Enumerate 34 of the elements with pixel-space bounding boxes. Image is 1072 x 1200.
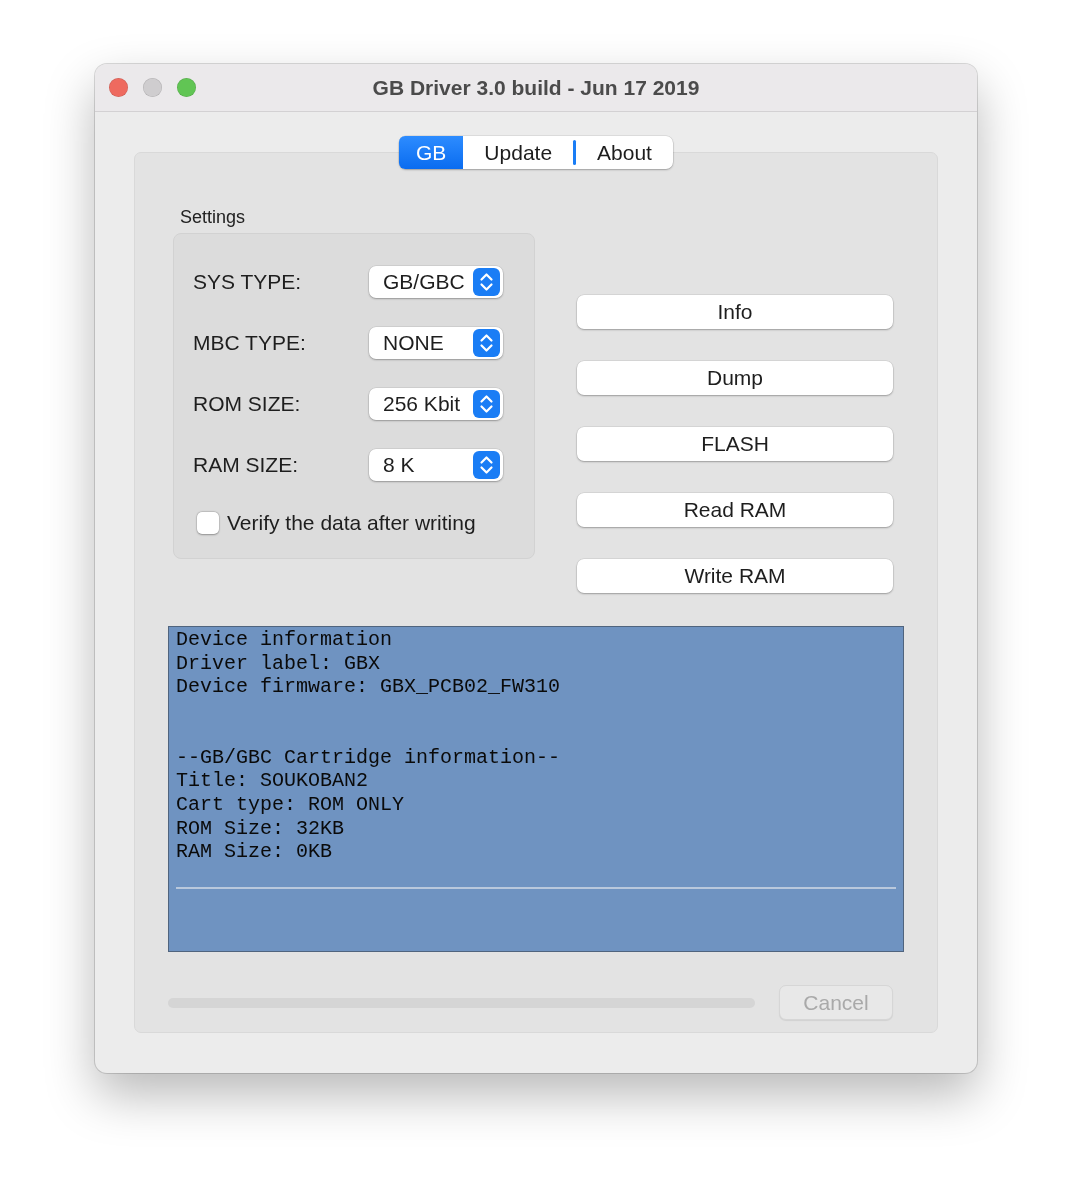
close-button-icon[interactable] — [109, 78, 128, 97]
log-line: --GB/GBC Cartridge information-- — [176, 745, 562, 770]
checkbox[interactable] — [197, 512, 219, 534]
group-title: Settings — [180, 207, 247, 228]
field-label: ROM SIZE: — [193, 392, 301, 416]
action-button[interactable]: Write RAM — [577, 559, 893, 593]
field-label: SYS TYPE: — [193, 270, 302, 294]
field-label: RAM SIZE: — [193, 453, 298, 477]
log-line: Device information — [176, 628, 394, 652]
action-button[interactable]: FLASH — [577, 427, 893, 461]
checkbox-label: Verify the data after writing — [227, 511, 476, 535]
log-line: Title: SOUKOBAN2 — [176, 769, 370, 793]
action-button[interactable]: Dump — [577, 361, 893, 395]
dropdown[interactable]: GB/GBC — [369, 266, 503, 298]
dropdown[interactable]: 8 K — [369, 449, 503, 481]
log-line: ROM Size: 32KB — [176, 816, 346, 841]
zoom-button-icon[interactable] — [177, 78, 196, 97]
log-line: Cart type: ROM ONLY — [176, 792, 406, 817]
tab[interactable]: Update — [463, 136, 574, 169]
dropdown[interactable]: 256 Kbit — [369, 388, 503, 420]
action-button[interactable]: Info — [577, 295, 893, 329]
chevrons-icon — [473, 451, 500, 479]
chevrons-icon — [473, 390, 500, 418]
dropdown[interactable]: NONE — [369, 327, 503, 359]
log-line: Device firmware: GBX_PCB02_FW310 — [176, 675, 562, 699]
chevrons-icon — [473, 329, 500, 357]
log-line: RAM Size: 0KB — [176, 840, 334, 864]
log-line: Driver label: GBX — [176, 651, 382, 676]
chevrons-icon — [473, 268, 500, 296]
action-button[interactable]: Read RAM — [577, 493, 893, 527]
tab[interactable]: About — [576, 136, 673, 169]
field-label: MBC TYPE: — [193, 331, 306, 355]
tab[interactable]: GB — [399, 136, 464, 169]
window-title: GB Driver 3.0 build - Jun 17 2019 — [372, 75, 700, 100]
